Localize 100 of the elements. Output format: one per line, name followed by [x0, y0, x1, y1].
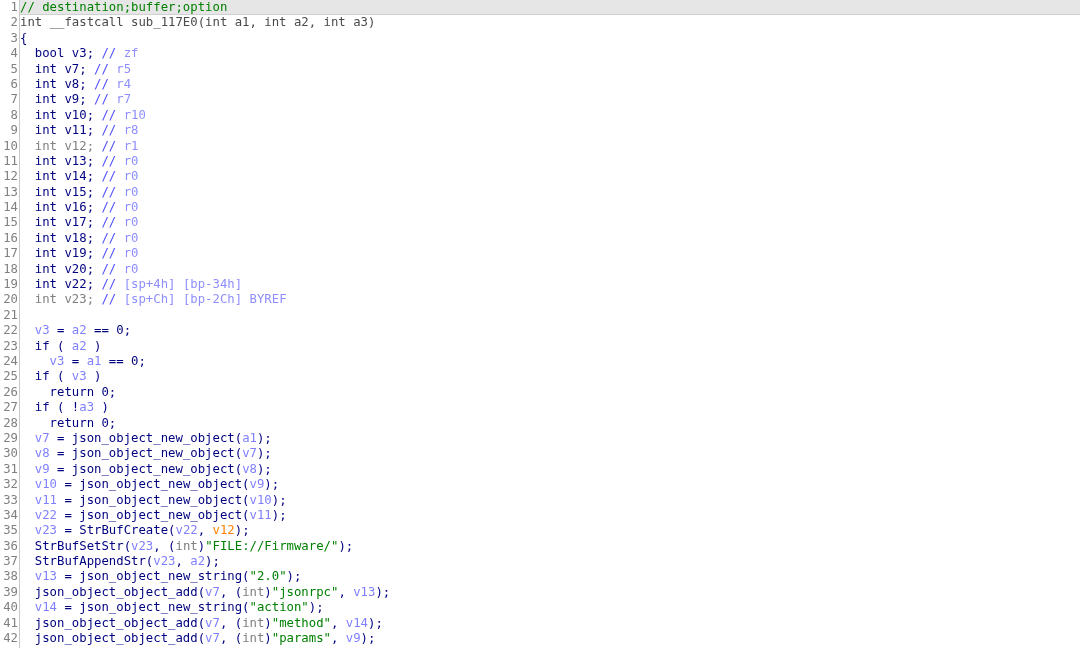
- code-line: int v19; // r0: [33, 246, 140, 262]
- code-line: {: [20, 30, 29, 47]
- line-number: 29: [2, 430, 18, 447]
- code-row[interactable]: 20 int v23; // [sp+Ch] [bp-2Ch] BYREF: [0, 292, 1080, 308]
- code-row[interactable]: 9 int v11; // r8: [0, 123, 1080, 139]
- line-number: 11: [2, 153, 18, 170]
- code-line: int v22; // [sp+4h] [bp-34h]: [33, 277, 244, 293]
- line-number: 19: [2, 277, 18, 293]
- code-line: json_object_object_add(v7, (int)"params", v9);: [33, 631, 377, 647]
- code-row[interactable]: 24 v3 = a1 == 0;: [0, 354, 1080, 370]
- line-number: 12: [2, 169, 18, 185]
- code-row[interactable]: 21: [0, 307, 1080, 324]
- line-number: 33: [2, 492, 18, 508]
- code-row[interactable]: 37 StrBufAppendStr(v23, a2);: [0, 554, 1080, 570]
- code-row[interactable]: 33 v11 = json_object_new_object(v10);: [0, 492, 1080, 508]
- code-line: v7 = json_object_new_object(a1);: [33, 430, 273, 447]
- line-number: 2: [9, 15, 18, 31]
- code-row[interactable]: 42 json_object_object_add(v7, (int)"params", v9);: [0, 631, 1080, 647]
- line-number: 34: [2, 507, 18, 524]
- code-row[interactable]: 39 json_object_object_add(v7, (int)"jsonrpc", v13);: [0, 584, 1080, 601]
- code-row[interactable]: 17 int v19; // r0: [0, 246, 1080, 262]
- code-row[interactable]: 23 if ( a2 ): [0, 338, 1080, 354]
- code-row[interactable]: 28 return 0;: [0, 415, 1080, 431]
- code-row[interactable]: 30 v8 = json_object_new_object(v7);: [0, 446, 1080, 462]
- code-line: json_object_object_add(v7, (int)"method", v14);: [33, 615, 384, 631]
- line-number: 35: [2, 523, 18, 539]
- code-row[interactable]: 16 int v18; // r0: [0, 230, 1080, 247]
- code-line: v14 = json_object_new_string("action");: [33, 600, 325, 616]
- code-line: v9 = json_object_new_object(v8);: [33, 461, 273, 478]
- code-row[interactable]: 31 v9 = json_object_new_object(v8);: [0, 461, 1080, 478]
- line-number: 5: [9, 61, 18, 77]
- code-row[interactable]: 19 int v22; // [sp+4h] [bp-34h]: [0, 277, 1080, 293]
- code-row[interactable]: 38 v13 = json_object_new_string("2.0");: [0, 569, 1080, 585]
- code-line: int v13; // r0: [33, 153, 140, 170]
- code-row[interactable]: 35 v23 = StrBufCreate(v22, v12);: [0, 523, 1080, 539]
- code-row[interactable]: 32 v10 = json_object_new_object(v9);: [0, 477, 1080, 493]
- line-number: 15: [2, 215, 18, 231]
- code-line: int v16; // r0: [33, 200, 140, 216]
- line-number: 10: [2, 138, 18, 154]
- line-number: 27: [2, 400, 18, 416]
- line-number: 18: [2, 261, 18, 278]
- code-row[interactable]: 7 int v9; // r7: [0, 92, 1080, 108]
- code-row[interactable]: 11 int v13; // r0: [0, 153, 1080, 170]
- code-line: v23 = StrBufCreate(v22, v12);: [33, 523, 251, 539]
- code-line: int v7; // r5: [33, 61, 133, 77]
- line-number: 1: [9, 0, 18, 16]
- line-number: 22: [2, 323, 18, 339]
- line-number: 38: [2, 569, 18, 585]
- code-row[interactable]: 5 int v7; // r5: [0, 61, 1080, 77]
- code-row[interactable]: 36 StrBufSetStr(v23, (int)"FILE://Firmware/");: [0, 538, 1080, 555]
- code-line: int v10; // r10: [33, 107, 147, 124]
- code-row[interactable]: 22 v3 = a2 == 0;: [0, 323, 1080, 339]
- code-row[interactable]: 27 if ( !a3 ): [0, 400, 1080, 416]
- code-line: v22 = json_object_new_object(v11);: [33, 507, 288, 524]
- code-row[interactable]: 8 int v10; // r10: [0, 107, 1080, 124]
- code-line: int v23; // [sp+Ch] [bp-2Ch] BYREF: [33, 292, 288, 308]
- code-row[interactable]: 25 if ( v3 ): [0, 369, 1080, 385]
- code-row[interactable]: 40 v14 = json_object_new_string("action");: [0, 600, 1080, 616]
- line-number: 37: [2, 554, 18, 570]
- code-row[interactable]: 6 int v8; // r4: [0, 76, 1080, 93]
- code-line: int v8; // r4: [33, 76, 133, 93]
- line-number: 3: [9, 30, 18, 47]
- code-line: v8 = json_object_new_object(v7);: [33, 446, 273, 462]
- code-line: int v20; // r0: [33, 261, 140, 278]
- code-row[interactable]: 41 json_object_object_add(v7, (int)"method", v14);: [0, 615, 1080, 631]
- code-line: int v18; // r0: [33, 230, 140, 247]
- code-line: int __fastcall sub_117E0(int a1, int a2, int a3): [20, 15, 377, 31]
- line-number: 16: [2, 230, 18, 247]
- line-number: 17: [2, 246, 18, 262]
- code-line: json_object_object_add(v7, (int)"jsonrpc", v13);: [33, 584, 392, 601]
- line-number: 14: [2, 200, 18, 216]
- line-number: 9: [9, 123, 18, 139]
- line-number: 41: [2, 615, 18, 631]
- line-number: 30: [2, 446, 18, 462]
- code-row[interactable]: 13 int v15; // r0: [0, 184, 1080, 201]
- code-row[interactable]: 12 int v14; // r0: [0, 169, 1080, 185]
- line-number: 13: [2, 184, 18, 201]
- code-line: int v17; // r0: [33, 215, 140, 231]
- code-line: int v12; // r1: [33, 138, 140, 154]
- code-row[interactable]: 10 int v12; // r1: [0, 138, 1080, 154]
- code-line: return 0;: [48, 384, 118, 401]
- code-row[interactable]: 34 v22 = json_object_new_object(v11);: [0, 507, 1080, 524]
- line-number: 21: [2, 307, 18, 324]
- code-row[interactable]: 1 // destination;buffer;option: [0, 0, 1080, 16]
- code-line: if ( !a3 ): [33, 400, 110, 416]
- code-line: if ( v3 ): [33, 369, 103, 385]
- code-row[interactable]: 26 return 0;: [0, 384, 1080, 401]
- code-row[interactable]: 29 v7 = json_object_new_object(a1);: [0, 430, 1080, 447]
- code-row[interactable]: 15 int v17; // r0: [0, 215, 1080, 231]
- code-row[interactable]: 4 bool v3; // zf: [0, 46, 1080, 62]
- code-line: v10 = json_object_new_object(v9);: [33, 477, 281, 493]
- line-number: 26: [2, 384, 18, 401]
- line-number: 25: [2, 369, 18, 385]
- code-row[interactable]: 14 int v16; // r0: [0, 200, 1080, 216]
- code-row[interactable]: 2 int __fastcall sub_117E0(int a1, int a2, int a3): [0, 15, 1080, 31]
- code-line: StrBufAppendStr(v23, a2);: [33, 554, 221, 570]
- line-number: 7: [9, 92, 18, 108]
- code-row[interactable]: 3 {: [0, 30, 1080, 47]
- line-number: 28: [2, 415, 18, 431]
- code-row[interactable]: 18 int v20; // r0: [0, 261, 1080, 278]
